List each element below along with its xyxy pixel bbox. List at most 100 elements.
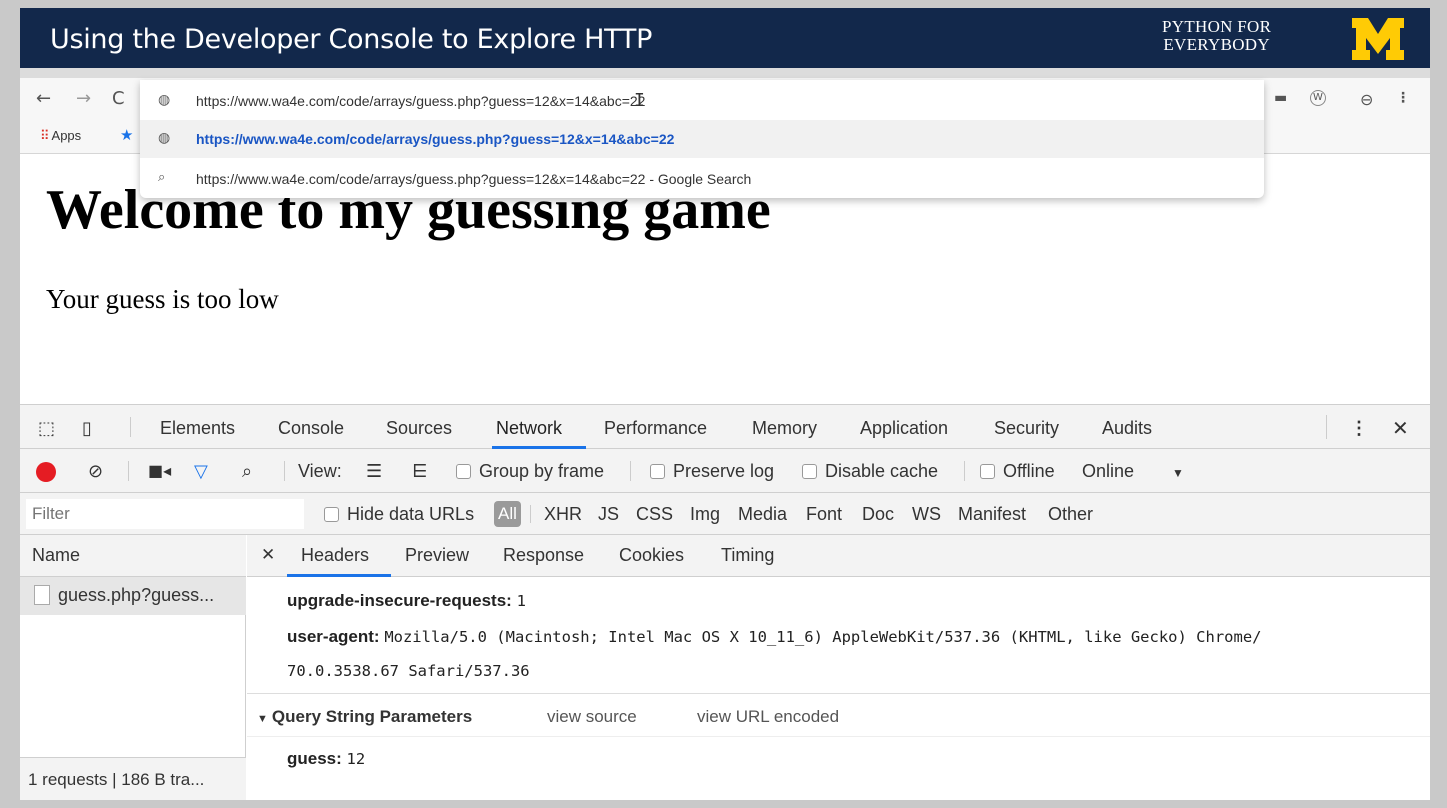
tab-security[interactable]: Security <box>994 418 1059 439</box>
tab-sources[interactable]: Sources <box>386 418 452 439</box>
brand-line-1: PYTHON FOR <box>1162 17 1272 36</box>
tab-cookies[interactable]: Cookies <box>619 545 684 566</box>
tab-preview[interactable]: Preview <box>405 545 469 566</box>
tab-audits[interactable]: Audits <box>1102 418 1152 439</box>
video-frame: Using the Developer Console to Explore H… <box>20 8 1430 800</box>
menu-kebab-icon[interactable]: ⋮ <box>1396 90 1410 106</box>
filter-funnel-icon[interactable]: ▽ <box>194 461 208 482</box>
text-cursor-icon: I <box>634 90 645 111</box>
bookmark-star-icon[interactable]: ★ <box>120 126 133 144</box>
filter-type-css[interactable]: CSS <box>636 504 673 525</box>
group-by-frame-checkbox[interactable]: Group by frame <box>456 461 604 482</box>
param-key: guess: <box>287 749 342 768</box>
suggestion-search-text: https://www.wa4e.com/code/arrays/guess.p… <box>196 171 752 187</box>
search-icon: ⌕ <box>158 170 166 185</box>
tab-response[interactable]: Response <box>503 545 584 566</box>
extension-w-icon[interactable]: W <box>1310 90 1326 106</box>
network-toolbar: ⊘ ■◂ ▽ ⌕ View: ☰ ⋿ Group by frame Preser… <box>20 449 1430 493</box>
details-tab-bar: ✕ Headers Preview Response Cookies Timin… <box>247 535 1430 577</box>
omnibox-suggestion-search[interactable]: ⌕ https://www.wa4e.com/code/arrays/guess… <box>140 160 1264 198</box>
filter-type-img[interactable]: Img <box>690 504 720 525</box>
hide-data-urls-checkbox[interactable]: Hide data URLs <box>324 504 474 525</box>
filter-type-all[interactable]: All <box>494 501 521 527</box>
view-source-link[interactable]: view source <box>547 707 637 727</box>
filter-type-xhr[interactable]: XHR <box>544 504 582 525</box>
devtools-menu-icon[interactable]: ⋮ <box>1350 418 1368 439</box>
network-status-bar: 1 requests | 186 B tra... <box>20 757 246 800</box>
suggestion-url-text: https://www.wa4e.com/code/arrays/guess.p… <box>196 131 675 147</box>
globe-icon: ◍ <box>158 130 171 146</box>
apps-bookmark[interactable]: ⠿ Apps <box>40 128 81 144</box>
tab-headers[interactable]: Headers <box>301 545 369 566</box>
inspect-element-icon[interactable]: ⬚ <box>38 418 55 439</box>
filter-type-js[interactable]: JS <box>598 504 619 525</box>
banner-title: Using the Developer Console to Explore H… <box>50 24 653 55</box>
disable-cache-checkbox[interactable]: Disable cache <box>802 461 938 482</box>
globe-icon: ◍ <box>158 92 171 108</box>
checkbox-icon <box>980 464 995 479</box>
query-param-row: guess: 12 <box>287 749 365 769</box>
header-key: upgrade-insecure-requests: <box>287 591 512 610</box>
query-string-toggle[interactable]: ▼ Query String Parameters <box>257 707 472 727</box>
request-row[interactable]: guess.php?guess... <box>20 577 246 615</box>
separator <box>964 461 965 481</box>
view-url-encoded-link[interactable]: view URL encoded <box>697 707 839 727</box>
omnibox-input-row[interactable]: ◍ https://www.wa4e.com/code/arrays/guess… <box>140 82 1264 120</box>
tab-application[interactable]: Application <box>860 418 948 439</box>
filter-type-ws[interactable]: WS <box>912 504 941 525</box>
filter-type-manifest[interactable]: Manifest <box>958 504 1026 525</box>
search-icon[interactable]: ⌕ <box>242 461 252 482</box>
header-row-continuation: 70.0.3538.67 Safari/537.36 <box>287 661 530 681</box>
hide-data-urls-label: Hide data URLs <box>347 504 475 524</box>
header-key: user-agent: <box>287 627 380 646</box>
filter-type-doc[interactable]: Doc <box>862 504 894 525</box>
tab-timing[interactable]: Timing <box>721 545 774 566</box>
filter-type-other[interactable]: Other <box>1048 504 1093 525</box>
filter-type-media[interactable]: Media <box>738 504 787 525</box>
separator <box>130 417 131 437</box>
name-column-header[interactable]: Name <box>20 535 246 577</box>
clear-icon[interactable]: ⊘ <box>88 461 103 482</box>
filter-type-font[interactable]: Font <box>806 504 842 525</box>
query-string-title: Query String Parameters <box>271 707 473 726</box>
screenshot-camera-icon[interactable]: ■◂ <box>148 461 171 480</box>
checkbox-icon <box>650 464 665 479</box>
preserve-log-label: Preserve log <box>673 461 775 481</box>
extension-icon[interactable]: ▬ <box>1274 90 1287 106</box>
group-by-frame-label: Group by frame <box>479 461 605 481</box>
large-rows-icon[interactable]: ☰ <box>366 461 382 482</box>
header-row: upgrade-insecure-requests: 1 <box>287 591 526 611</box>
tab-elements[interactable]: Elements <box>160 418 235 439</box>
preserve-log-checkbox[interactable]: Preserve log <box>650 461 774 482</box>
back-arrow-icon[interactable]: ← <box>36 88 51 109</box>
forward-arrow-icon[interactable]: → <box>76 88 91 109</box>
reload-icon[interactable]: C <box>112 88 125 109</box>
omnibox-input[interactable]: https://www.wa4e.com/code/arrays/guess.p… <box>196 93 645 109</box>
profile-icon[interactable]: ⊖ <box>1360 90 1373 109</box>
record-icon[interactable] <box>36 462 56 482</box>
chevron-down-icon: ▼ <box>1172 466 1184 480</box>
separator <box>284 461 285 481</box>
request-details: ✕ Headers Preview Response Cookies Timin… <box>247 535 1430 800</box>
param-value: 12 <box>346 750 366 768</box>
throttle-select[interactable]: Online ▼ <box>1082 461 1184 482</box>
checkbox-icon <box>456 464 471 479</box>
omnibox-suggestion-url[interactable]: ◍ https://www.wa4e.com/code/arrays/guess… <box>140 120 1264 158</box>
brand-text: PYTHON FOR EVERYBODY <box>1162 18 1271 54</box>
header-value: Mozilla/5.0 (Macintosh; Intel Mac OS X 1… <box>384 628 1262 646</box>
filter-input[interactable] <box>26 499 304 529</box>
tab-network[interactable]: Network <box>496 418 562 439</box>
tab-console[interactable]: Console <box>278 418 344 439</box>
offline-checkbox[interactable]: Offline <box>980 461 1055 482</box>
device-toolbar-icon[interactable]: ▯ <box>82 418 92 439</box>
lecture-banner: Using the Developer Console to Explore H… <box>20 8 1430 68</box>
close-icon[interactable]: ✕ <box>1392 416 1409 441</box>
brand-line-2: EVERYBODY <box>1163 35 1270 54</box>
waterfall-icon[interactable]: ⋿ <box>412 461 428 482</box>
tab-memory[interactable]: Memory <box>752 418 817 439</box>
query-string-section-header: ▼ Query String Parameters view source vie… <box>247 693 1430 737</box>
tab-performance[interactable]: Performance <box>604 418 707 439</box>
omnibox-dropdown: ◍ https://www.wa4e.com/code/arrays/guess… <box>140 80 1264 198</box>
close-details-icon[interactable]: ✕ <box>261 545 275 565</box>
view-label: View: <box>298 461 342 481</box>
